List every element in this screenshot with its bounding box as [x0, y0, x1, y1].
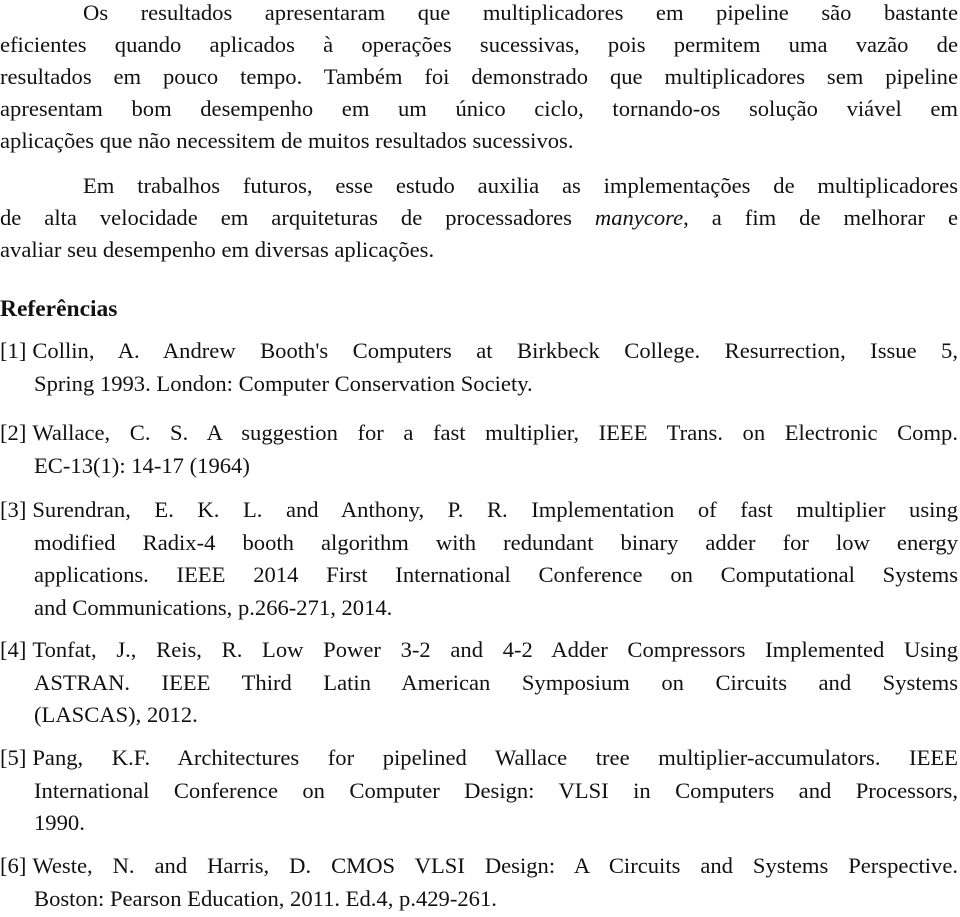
reference-item: [1] Collin, A. Andrew Booth's Computers a…	[0, 335, 958, 400]
reference-line: [1] Collin, A. Andrew Booth's Computers a…	[0, 335, 958, 368]
paragraph-line: Os resultados apresentaram que multiplic…	[83, 0, 958, 25]
reference-item: [4] Tonfat, J., Reis, R. Low Power 3-2 an…	[0, 634, 958, 732]
text-segment: de alta velocidade em arquiteturas de pr…	[0, 205, 595, 230]
reference-number: [2]	[0, 420, 27, 445]
reference-line: [2] Wallace, C. S. A suggestion for a fas…	[0, 417, 958, 450]
reference-number: [1]	[0, 338, 27, 363]
paragraph-line: Em trabalhos futuros, esse estudo auxili…	[83, 173, 958, 198]
reference-number: [6]	[0, 853, 27, 878]
reference-item: [5] Pang, K.F. Architectures for pipeline…	[0, 742, 958, 840]
reference-line: [4] Tonfat, J., Reis, R. Low Power 3-2 an…	[0, 634, 958, 667]
reference-line: [5] Pang, K.F. Architectures for pipeline…	[0, 742, 958, 775]
reference-item: [2] Wallace, C. S. A suggestion for a fas…	[0, 417, 958, 482]
reference-text: Surendran, E. K. L. and Anthony, P. R. I…	[32, 497, 958, 522]
references-heading: Referências	[0, 296, 118, 322]
reference-line: ASTRAN. IEEE Third Latin American Sympos…	[34, 669, 958, 695]
reference-text: Pang, K.F. Architectures for pipelined W…	[32, 745, 958, 770]
paragraph-line: resultados em pouco tempo. Também foi de…	[0, 64, 958, 89]
reference-line: [6] Weste, N. and Harris, D. CMOS VLSI De…	[0, 850, 958, 883]
reference-line: EC-13(1): 14-17 (1964)	[34, 452, 250, 478]
reference-line: [3] Surendran, E. K. L. and Anthony, P. R…	[0, 494, 958, 527]
reference-line: (LASCAS), 2012.	[34, 702, 198, 727]
future-work-paragraph: Em trabalhos futuros, esse estudo auxili…	[0, 170, 958, 266]
reference-item: [6] Weste, N. and Harris, D. CMOS VLSI De…	[0, 850, 958, 915]
reference-line: applications. IEEE 2014 First Internatio…	[34, 562, 958, 587]
reference-number: [3]	[0, 497, 27, 522]
paragraph-line: apresentam bom desempenho em um único ci…	[0, 96, 958, 121]
reference-line: Spring 1993. London: Computer Conservati…	[34, 370, 533, 396]
reference-line: and Communications, p.266-271, 2014.	[34, 594, 393, 620]
reference-text: Collin, A. Andrew Booth's Computers at B…	[32, 338, 958, 363]
paragraph-line: de alta velocidade em arquiteturas de pr…	[0, 202, 958, 234]
reference-item: [3] Surendran, E. K. L. and Anthony, P. R…	[0, 494, 958, 624]
conclusion-paragraph: Os resultados apresentaram que multiplic…	[0, 0, 958, 157]
reference-text: Tonfat, J., Reis, R. Low Power 3-2 and 4…	[32, 637, 958, 662]
reference-line: 1990.	[34, 810, 85, 835]
reference-line: Boston: Pearson Education, 2011. Ed.4, p…	[34, 885, 497, 911]
reference-number: [5]	[0, 745, 27, 770]
paragraph-line: eficientes quando aplicados à operações …	[0, 32, 958, 57]
reference-line: modified Radix-4 booth algorithm with re…	[34, 529, 958, 555]
italic-term: manycore	[594, 205, 684, 230]
text-segment: , a fim de melhorar e	[683, 205, 958, 230]
paragraph-line: avaliar seu desempenho em diversas aplic…	[0, 237, 435, 262]
reference-text: Weste, N. and Harris, D. CMOS VLSI Desig…	[32, 853, 958, 878]
reference-text: Wallace, C. S. A suggestion for a fast m…	[32, 420, 958, 445]
reference-number: [4]	[0, 637, 27, 662]
paragraph-line: aplicações que não necessitem de muitos …	[0, 128, 574, 153]
reference-line: International Conference on Computer Des…	[34, 777, 958, 803]
